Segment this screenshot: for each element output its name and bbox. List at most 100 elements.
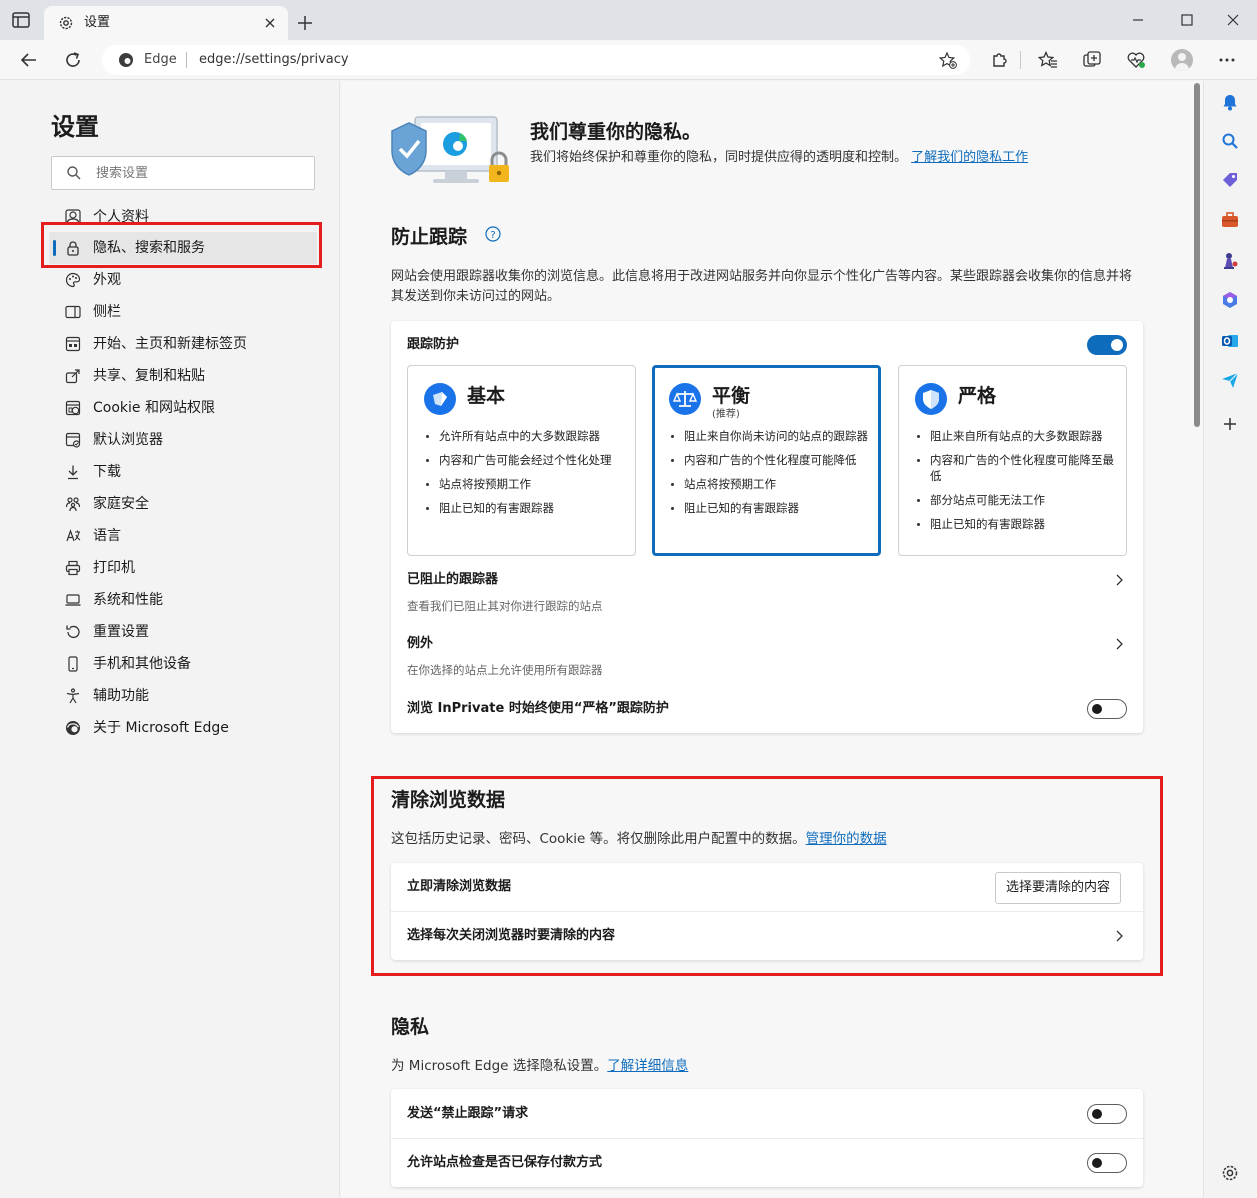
highlight-box-nav [41,222,322,268]
level-bullet-list: 阻止来自所有站点的大多数跟踪器 内容和广告的个性化程度可能降至最低 部分站点可能无法… [915,428,1115,540]
browser-essentials-icon[interactable] [1126,50,1146,70]
sidebar-item-sidebar[interactable]: 侧栏 [49,296,317,328]
sidebar-item-family[interactable]: 家庭安全 [49,488,317,520]
sidebar-item-share[interactable]: 共享、复制和粘贴 [49,360,317,392]
tab-settings[interactable]: 设置 [44,6,288,40]
games-chess-icon[interactable] [1220,251,1240,271]
system-icon [65,594,81,606]
sidebar-icon [65,305,81,319]
level-name: 基本 [467,385,506,407]
cookie-icon [65,400,81,416]
sidebar-item-accessibility[interactable]: 辅助功能 [49,680,317,712]
close-tab-icon[interactable] [262,15,278,31]
tools-briefcase-icon[interactable] [1220,210,1240,230]
settings-content: 我们尊重你的隐私。 我们将始终保护和尊重你的隐私，同时提供应得的透明度和控制。 … [341,81,1191,1197]
url-text[interactable]: edge://settings/privacy [199,52,349,68]
outlook-icon[interactable] [1220,331,1240,351]
level-bullet: 内容和广告的个性化程度可能降至最低 [915,452,1115,484]
search-input[interactable] [96,163,296,183]
search-icon[interactable] [1220,131,1240,151]
more-options-icon[interactable] [1217,50,1237,70]
settings-search[interactable] [51,156,315,190]
add-sidebar-app-icon[interactable] [1220,414,1240,434]
site-identity[interactable]: Edge [144,52,177,68]
search-icon [67,166,81,180]
address-separator [186,52,187,68]
sidebar-item-phone[interactable]: 手机和其他设备 [49,648,317,680]
balance-icon [669,383,701,415]
accessibility-icon [66,688,80,704]
shopping-tag-icon[interactable] [1220,170,1240,190]
tab-actions-icon[interactable] [12,12,30,28]
do-not-track-label: 发送“禁止跟踪”请求 [407,1106,529,1121]
sidebar-item-home[interactable]: 开始、主页和新建标签页 [49,328,317,360]
sidebar-item-label: 下载 [93,464,121,480]
sidebar-item-language[interactable]: 语言 [49,520,317,552]
close-window-icon[interactable] [1223,10,1243,30]
sidebar-item-reset[interactable]: 重置设置 [49,616,317,648]
level-bullet: 阻止已知的有害跟踪器 [424,500,624,516]
sidebar-item-label: 手机和其他设备 [93,656,191,672]
tracking-level-balanced[interactable]: 平衡 (推荐) 阻止来自你尚未访问的站点的跟踪器 内容和广告的个性化程度可能降低 站点将… [652,365,881,556]
address-bar[interactable]: Edge edge://settings/privacy [102,45,970,75]
download-icon [68,465,78,480]
home-icon [65,336,81,352]
sidebar-settings-gear-icon[interactable] [1220,1163,1240,1183]
privacy-section-title: 隐私 [391,1016,430,1038]
sidebar-item-label: 默认浏览器 [93,432,163,448]
scrollbar-thumb[interactable] [1194,83,1200,427]
sidebar-item-browser[interactable]: 默认浏览器 [49,424,317,456]
collections-icon[interactable] [1082,50,1102,70]
level-bullet: 内容和广告可能会经过个性化处理 [424,452,624,468]
level-bullet: 阻止已知的有害跟踪器 [669,500,869,516]
drop-send-icon[interactable] [1220,370,1240,390]
tracking-level-basic[interactable]: 基本允许所有站点中的大多数跟踪器 内容和广告可能会经过个性化处理 站点将按预期工作阻… [407,365,636,556]
do-not-track-toggle[interactable] [1087,1104,1127,1124]
sidebar-item-label: Cookie 和网站权限 [93,400,215,416]
favorites-icon[interactable] [1038,50,1058,70]
sidebar-item-label: 关于 Microsoft Edge [93,720,229,736]
edge-logo-icon [119,53,133,67]
back-arrow-icon[interactable] [19,50,39,70]
settings-heading: 设置 [51,113,99,141]
strict-shield-icon [915,383,947,415]
inprivate-strict-toggle[interactable] [1087,699,1127,719]
browser-icon [65,432,81,448]
inprivate-strict-label: 浏览 InPrivate 时始终使用“严格”跟踪防护 [407,701,669,716]
new-tab-icon[interactable] [296,14,314,32]
tracking-level-strict[interactable]: 严格 阻止来自所有站点的大多数跟踪器 内容和广告的个性化程度可能降至最低 部分站点可能… [898,365,1127,556]
sidebar-item-label: 家庭安全 [93,496,149,512]
tracking-protection-toggle[interactable] [1087,335,1127,355]
payment-check-toggle[interactable] [1087,1153,1127,1173]
level-bullet: 站点将按预期工作 [669,476,869,492]
tracking-section-desc: 网站会使用跟踪器收集你的浏览信息。此信息将用于改进网站服务并向你显示个性化广告等… [391,269,1133,304]
notification-bell-icon[interactable] [1220,92,1240,112]
maximize-icon[interactable] [1177,10,1197,30]
level-bullet-list: 允许所有站点中的大多数跟踪器 内容和广告可能会经过个性化处理 站点将按预期工作 阻止已… [424,428,624,524]
minimize-icon[interactable] [1128,10,1148,30]
learn-more-link[interactable]: 了解详细信息 [607,1058,688,1074]
sidebar-item-palette[interactable]: 外观 [49,264,317,296]
sidebar-item-printer[interactable]: 打印机 [49,552,317,584]
learn-privacy-link[interactable]: 了解我们的隐私工作 [911,150,1028,165]
edge-icon [66,721,80,735]
add-favorite-icon[interactable] [939,51,957,69]
sidebar-item-cookie[interactable]: Cookie 和网站权限 [49,392,317,424]
content-scrollbar[interactable] [1191,81,1203,1197]
privacy-card: 发送“禁止跟踪”请求 允许站点检查是否已保存付款方式 [391,1089,1143,1187]
sidebar-item-edge[interactable]: 关于 Microsoft Edge [49,712,317,744]
sidebar-item-system[interactable]: 系统和性能 [49,584,317,616]
svg-text:?: ? [490,230,495,241]
extensions-puzzle-icon[interactable] [989,50,1009,70]
level-bullet: 内容和广告的个性化程度可能降低 [669,452,869,468]
refresh-icon[interactable] [63,50,83,70]
chevron-right-icon [1116,574,1123,586]
level-bullet: 阻止来自你尚未访问的站点的跟踪器 [669,428,869,444]
level-bullet: 阻止已知的有害跟踪器 [915,516,1115,532]
sidebar-item-label: 辅助功能 [93,688,149,704]
help-question-icon[interactable]: ? [485,226,501,242]
tab-title: 设置 [84,15,111,30]
microsoft-365-icon[interactable] [1220,290,1240,310]
profile-avatar[interactable] [1171,49,1193,71]
sidebar-item-download[interactable]: 下载 [49,456,317,488]
